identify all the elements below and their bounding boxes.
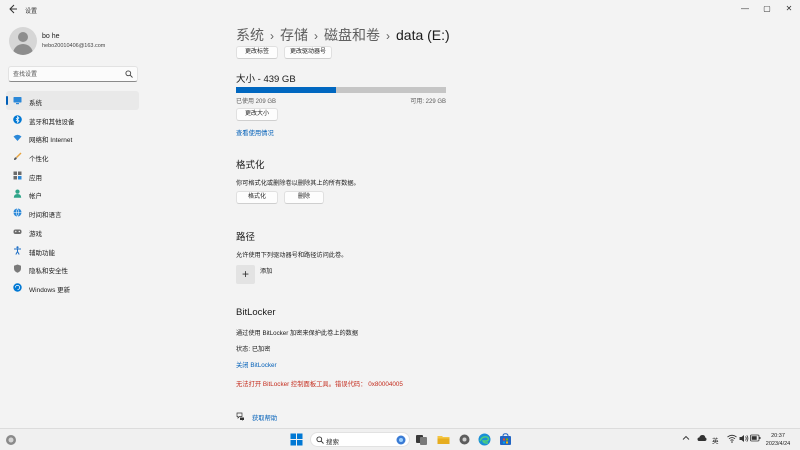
ime-indicator[interactable]: 英 — [712, 435, 719, 445]
sidebar-item-system[interactable]: 系统 — [6, 91, 139, 110]
breadcrumb-separator: › — [314, 29, 318, 43]
minimize-button[interactable]: — — [738, 3, 752, 15]
file-explorer-icon[interactable] — [437, 433, 450, 446]
widgets-icon[interactable] — [5, 434, 17, 446]
settings-search[interactable] — [8, 66, 138, 82]
taskbar-search-label: 搜索 — [326, 439, 339, 446]
view-usage-link[interactable]: 查看使用情况 — [236, 128, 274, 137]
edge-browser-icon[interactable] — [478, 433, 491, 446]
usage-bar-fill — [236, 87, 336, 93]
search-icon — [316, 436, 324, 446]
task-view-icon[interactable] — [415, 433, 428, 446]
chevron-up-icon[interactable] — [682, 434, 690, 444]
breadcrumb-item-disks-volumes[interactable]: 磁盘和卷 — [324, 25, 380, 45]
format-title: 格式化 — [236, 160, 265, 171]
available-space: 可用: 229 GB — [410, 99, 446, 105]
breadcrumb-item-storage[interactable]: 存储 — [280, 25, 308, 45]
accessibility-icon — [13, 245, 22, 255]
add-path-label[interactable]: 添加 — [260, 266, 272, 275]
bluetooth-icon — [13, 114, 22, 124]
get-help-link[interactable]: 获取帮助 — [252, 413, 277, 422]
search-icon[interactable] — [125, 70, 133, 78]
close-button[interactable]: ✕ — [782, 3, 796, 15]
bitlocker-description: 通过使用 BitLocker 加密来保护此卷上的数据 — [236, 330, 359, 337]
clock-time: 20:37 — [771, 433, 785, 439]
brush-icon — [13, 152, 22, 161]
breadcrumb: 系统 › 存储 › 磁盘和卷 › data (E:) — [236, 25, 450, 45]
turn-off-bitlocker-link[interactable]: 关闭 BitLocker — [236, 360, 277, 369]
battery-icon[interactable] — [750, 434, 761, 444]
breadcrumb-separator: › — [270, 29, 274, 43]
account-icon — [13, 189, 22, 199]
settings-gear-icon[interactable] — [458, 433, 471, 446]
gamepad-icon — [13, 227, 22, 236]
system-icon — [13, 96, 22, 105]
settings-window: 设置 — ▢ ✕ bo he hebo20010406@163.com 系统 — [0, 0, 800, 428]
path-title: 路径 — [236, 232, 256, 243]
breadcrumb-item-system[interactable]: 系统 — [236, 25, 264, 45]
sidebar-item-bluetooth[interactable]: 蓝牙和其他设备 — [6, 110, 139, 129]
change-label-button[interactable]: 更改标签 — [236, 46, 278, 59]
usage-bar — [236, 87, 446, 93]
avatar — [9, 27, 37, 55]
sidebar-item-time-language[interactable]: 时间和语言 — [6, 203, 139, 222]
update-icon — [13, 283, 22, 292]
sidebar-item-windows-update[interactable]: Windows 更新 — [6, 278, 139, 297]
apps-icon — [13, 171, 22, 180]
breadcrumb-separator: › — [386, 29, 390, 43]
taskbar-search[interactable]: 搜索 — [310, 432, 410, 447]
clock-date: 2023/4/24 — [765, 441, 791, 447]
format-button[interactable]: 格式化 — [236, 191, 278, 204]
size-title: 大小 - 439 GB — [236, 74, 296, 85]
search-highlight-icon — [396, 435, 406, 445]
path-description: 允许使用下列驱动器号和路径访问此卷。 — [236, 252, 348, 259]
back-arrow-icon[interactable] — [8, 4, 20, 16]
wifi-icon[interactable] — [727, 434, 737, 445]
sidebar-item-apps[interactable]: 应用 — [6, 166, 139, 185]
sidebar-item-personalization[interactable]: 个性化 — [6, 147, 139, 166]
maximize-button[interactable]: ▢ — [760, 3, 774, 15]
sidebar-item-gaming[interactable]: 游戏 — [6, 222, 139, 241]
globe-clock-icon — [13, 208, 22, 218]
bitlocker-status: 状态: 已加密 — [236, 346, 271, 353]
user-name: bo he — [42, 33, 60, 40]
help-icon[interactable] — [236, 412, 245, 421]
volume-icon[interactable] — [739, 434, 749, 445]
user-email: hebo20010406@163.com — [42, 43, 106, 49]
sidebar-item-accounts[interactable]: 帐户 — [6, 184, 139, 203]
sidebar-nav: 系统 蓝牙和其他设备 网络和 Internet 个性化 应用 帐户 时间和语言 … — [6, 91, 139, 297]
format-description: 你可格式化或删除卷以删除其上的所有数据。 — [236, 180, 360, 187]
user-profile[interactable]: bo he hebo20010406@163.com — [9, 27, 149, 57]
sidebar-item-network[interactable]: 网络和 Internet — [6, 128, 139, 147]
taskbar: 搜索 英 20:37 2023/4/24 — [0, 428, 800, 450]
resize-button[interactable]: 更改大小 — [236, 108, 278, 121]
change-drive-letter-button[interactable]: 更改驱动器号 — [284, 46, 332, 59]
system-clock[interactable]: 20:37 2023/4/24 — [762, 432, 794, 448]
title-bar: 设置 — ▢ ✕ — [0, 0, 800, 20]
start-icon[interactable] — [290, 433, 303, 446]
bitlocker-title: BitLocker — [236, 307, 276, 318]
store-icon[interactable] — [499, 433, 512, 446]
sidebar-item-privacy[interactable]: 隐私和安全性 — [6, 259, 139, 278]
sidebar-item-accessibility[interactable]: 辅助功能 — [6, 241, 139, 260]
bitlocker-error-message: 无法打开 BitLocker 控制面板工具。错误代码： 0x80004005 — [236, 381, 403, 388]
cloud-icon[interactable] — [697, 434, 707, 444]
search-input[interactable] — [13, 69, 123, 80]
delete-button[interactable]: 删除 — [284, 191, 324, 204]
wifi-icon — [13, 133, 22, 142]
window-title: 设置 — [25, 9, 38, 15]
shield-icon — [13, 264, 22, 273]
used-space: 已使用 209 GB — [236, 99, 277, 105]
add-path-button[interactable]: + — [236, 265, 255, 284]
breadcrumb-current: data (E:) — [396, 27, 450, 43]
